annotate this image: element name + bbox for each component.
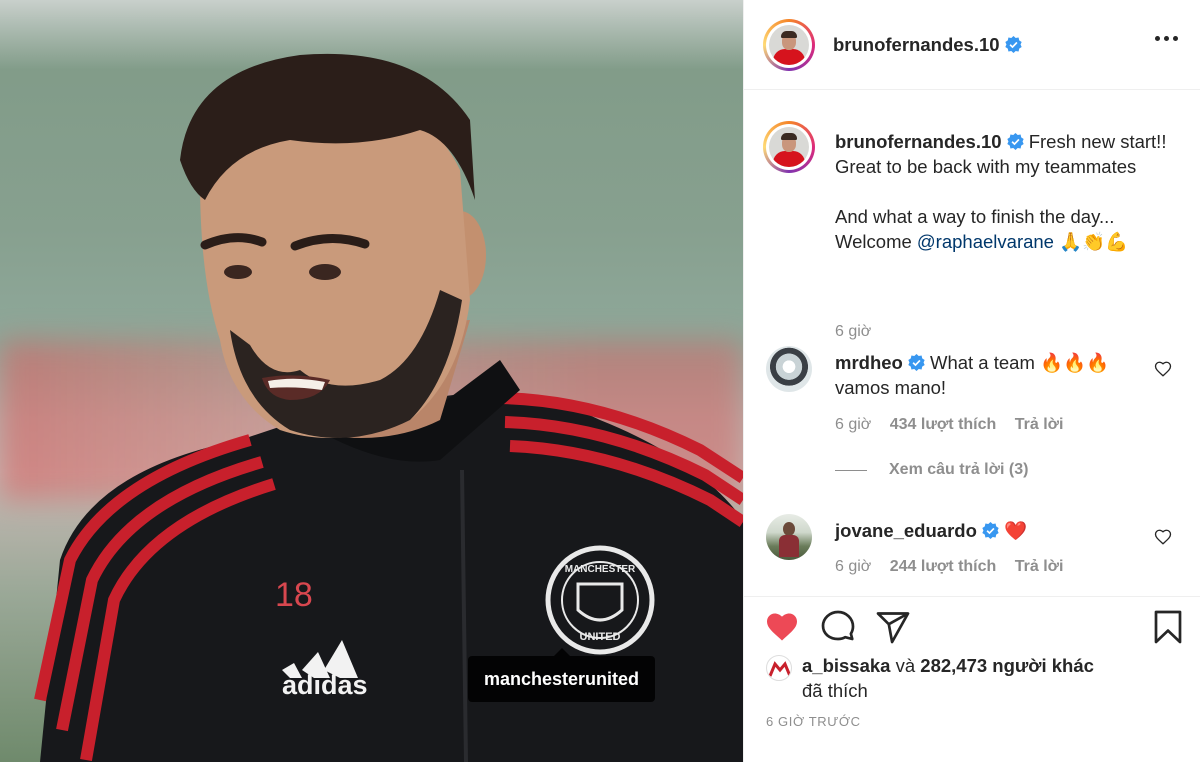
- comment-like-icon[interactable]: [1154, 528, 1172, 546]
- heart-icon[interactable]: [764, 609, 800, 645]
- verified-badge-icon: [1004, 36, 1022, 53]
- post-actions: a_bissaka và 282,473 người khác đã thích…: [744, 596, 1200, 762]
- liker-avatar[interactable]: [766, 655, 792, 681]
- author-username[interactable]: brunofernandes.10: [833, 34, 1000, 56]
- caption-time[interactable]: 6 giờ: [835, 323, 871, 341]
- likes-count[interactable]: 282,473 người khác: [920, 655, 1094, 676]
- post-photo[interactable]: adidas 18 MANCHESTER UNITED manchesterun…: [0, 0, 743, 762]
- verified-badge-icon: [982, 522, 999, 539]
- svg-text:MANCHESTER: MANCHESTER: [565, 564, 636, 575]
- comment-like-icon[interactable]: [1154, 360, 1172, 378]
- comment-username[interactable]: mrdheo: [835, 352, 903, 373]
- caption-emoji: 🙏👏💪: [1059, 231, 1129, 252]
- more-options-icon[interactable]: [1155, 36, 1178, 41]
- comment-time[interactable]: 6 giờ: [835, 416, 871, 433]
- shirt-number: 18: [275, 576, 313, 614]
- share-icon[interactable]: [875, 609, 911, 645]
- reply-button[interactable]: Trả lời: [1015, 558, 1064, 575]
- comment-text: jovane_eduardo ❤️: [835, 518, 1125, 543]
- comment-avatar[interactable]: [766, 514, 812, 560]
- player-illustration: adidas 18 MANCHESTER UNITED: [34, 53, 743, 762]
- liker-username[interactable]: a_bissaka: [802, 655, 890, 676]
- comment-body: ❤️: [1004, 520, 1028, 541]
- comment-meta: 6 giờ 434 lượt thích Trả lời: [835, 416, 1077, 434]
- comments-section: brunofernandes.10 Fresh new start!! Grea…: [744, 91, 1200, 596]
- reply-button[interactable]: Trả lời: [1015, 416, 1064, 433]
- comment-likes[interactable]: 434 lượt thích: [890, 416, 997, 433]
- likes-suffix: đã thích: [802, 680, 868, 701]
- comment-time[interactable]: 6 giờ: [835, 558, 871, 575]
- brand-text: adidas: [282, 670, 368, 700]
- post-detail-panel: brunofernandes.10 brunofernandes.10 Fres…: [743, 0, 1200, 762]
- comment-likes[interactable]: 244 lượt thích: [890, 558, 997, 575]
- bookmark-icon[interactable]: [1150, 609, 1186, 645]
- verified-badge-icon: [1006, 133, 1024, 150]
- replies-divider: [835, 469, 867, 471]
- svg-text:UNITED: UNITED: [580, 631, 621, 643]
- post-timestamp[interactable]: 6 GIỜ TRƯỚC: [766, 714, 861, 729]
- caption-text: brunofernandes.10 Fresh new start!! Grea…: [835, 129, 1175, 254]
- comment-icon[interactable]: [820, 609, 856, 645]
- liker-avatar-icon: [768, 661, 791, 677]
- caption-mention-link[interactable]: @raphaelvarane: [917, 231, 1054, 252]
- author-avatar[interactable]: [763, 18, 815, 71]
- caption-username[interactable]: brunofernandes.10: [835, 131, 1002, 152]
- view-replies-button[interactable]: Xem câu trả lời (3): [835, 461, 1028, 479]
- comment-meta: 6 giờ 244 lượt thích Trả lời: [835, 558, 1077, 576]
- likes-and: và: [895, 655, 916, 676]
- caption-author-avatar[interactable]: [763, 121, 815, 173]
- post-header: brunofernandes.10: [744, 0, 1200, 90]
- comment-text: mrdheo What a team 🔥🔥🔥 vamos mano!: [835, 350, 1125, 400]
- comment-avatar[interactable]: [766, 346, 812, 392]
- photo-user-tag[interactable]: manchesterunited: [468, 648, 656, 702]
- verified-badge-icon: [908, 354, 925, 371]
- comment-username[interactable]: jovane_eduardo: [835, 520, 977, 541]
